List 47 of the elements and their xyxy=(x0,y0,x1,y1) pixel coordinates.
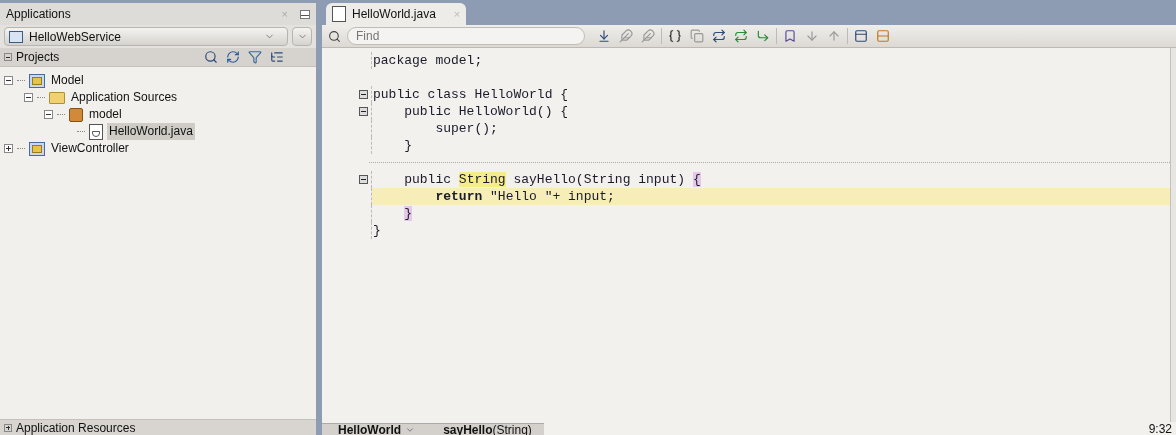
panel-icon[interactable] xyxy=(852,27,870,45)
tree-item[interactable]: Application Sources xyxy=(69,89,180,106)
application-dropdown[interactable]: HelloWebService xyxy=(4,27,288,46)
code-line: public HelloWorld() { xyxy=(403,103,569,120)
search-icon[interactable] xyxy=(204,50,218,64)
code-line: super(); xyxy=(434,120,498,137)
application-icon xyxy=(9,30,23,43)
minimize-icon[interactable] xyxy=(300,9,310,19)
find-field[interactable]: Find xyxy=(347,27,585,45)
expand-toggle[interactable] xyxy=(4,144,13,153)
code-line: return "Hello "+ input; xyxy=(434,188,615,205)
refresh-icon[interactable] xyxy=(226,50,240,64)
filter-icon[interactable] xyxy=(248,50,262,64)
section-title: Application Resources xyxy=(16,419,136,435)
collapse-icon[interactable] xyxy=(4,53,12,61)
braces-icon[interactable] xyxy=(666,27,684,45)
tree-item[interactable]: ViewController xyxy=(49,140,131,157)
tree-item[interactable]: Model xyxy=(49,72,86,89)
project-icon xyxy=(29,73,45,88)
caret-position: 9:32 xyxy=(1148,423,1172,435)
section-title: Projects xyxy=(16,49,60,66)
scrollbar[interactable] xyxy=(1170,48,1176,422)
rows-icon[interactable] xyxy=(874,27,892,45)
project-icon xyxy=(29,141,45,156)
code-line: } xyxy=(373,222,381,239)
expand-icon[interactable] xyxy=(4,423,12,432)
code-line: public class HelloWorld { xyxy=(373,86,569,103)
tree-options-icon[interactable] xyxy=(270,50,284,64)
fold-toggle[interactable] xyxy=(359,175,368,184)
search-icon[interactable] xyxy=(328,29,341,43)
swap-icon[interactable] xyxy=(710,27,728,45)
package-icon xyxy=(69,107,83,122)
code-line: public String sayHello(String input) { xyxy=(403,171,701,188)
tree-item[interactable]: HelloWorld.java xyxy=(107,123,195,140)
swap-icon[interactable] xyxy=(732,27,750,45)
panel-title: Applications xyxy=(6,6,71,23)
folder-icon xyxy=(49,91,65,104)
code-line: } xyxy=(403,137,412,154)
breadcrumb[interactable]: HelloWorld xyxy=(322,423,428,435)
tree-item[interactable]: model xyxy=(87,106,124,123)
collapse-toggle[interactable] xyxy=(24,93,33,102)
fold-toggle[interactable] xyxy=(359,90,368,99)
fold-toggle[interactable] xyxy=(359,107,368,116)
collapse-toggle[interactable] xyxy=(4,76,13,85)
code-line: package model; xyxy=(373,52,483,69)
collapse-toggle[interactable] xyxy=(44,110,53,119)
editor-tab[interactable]: HelloWorld.java × xyxy=(326,3,467,25)
